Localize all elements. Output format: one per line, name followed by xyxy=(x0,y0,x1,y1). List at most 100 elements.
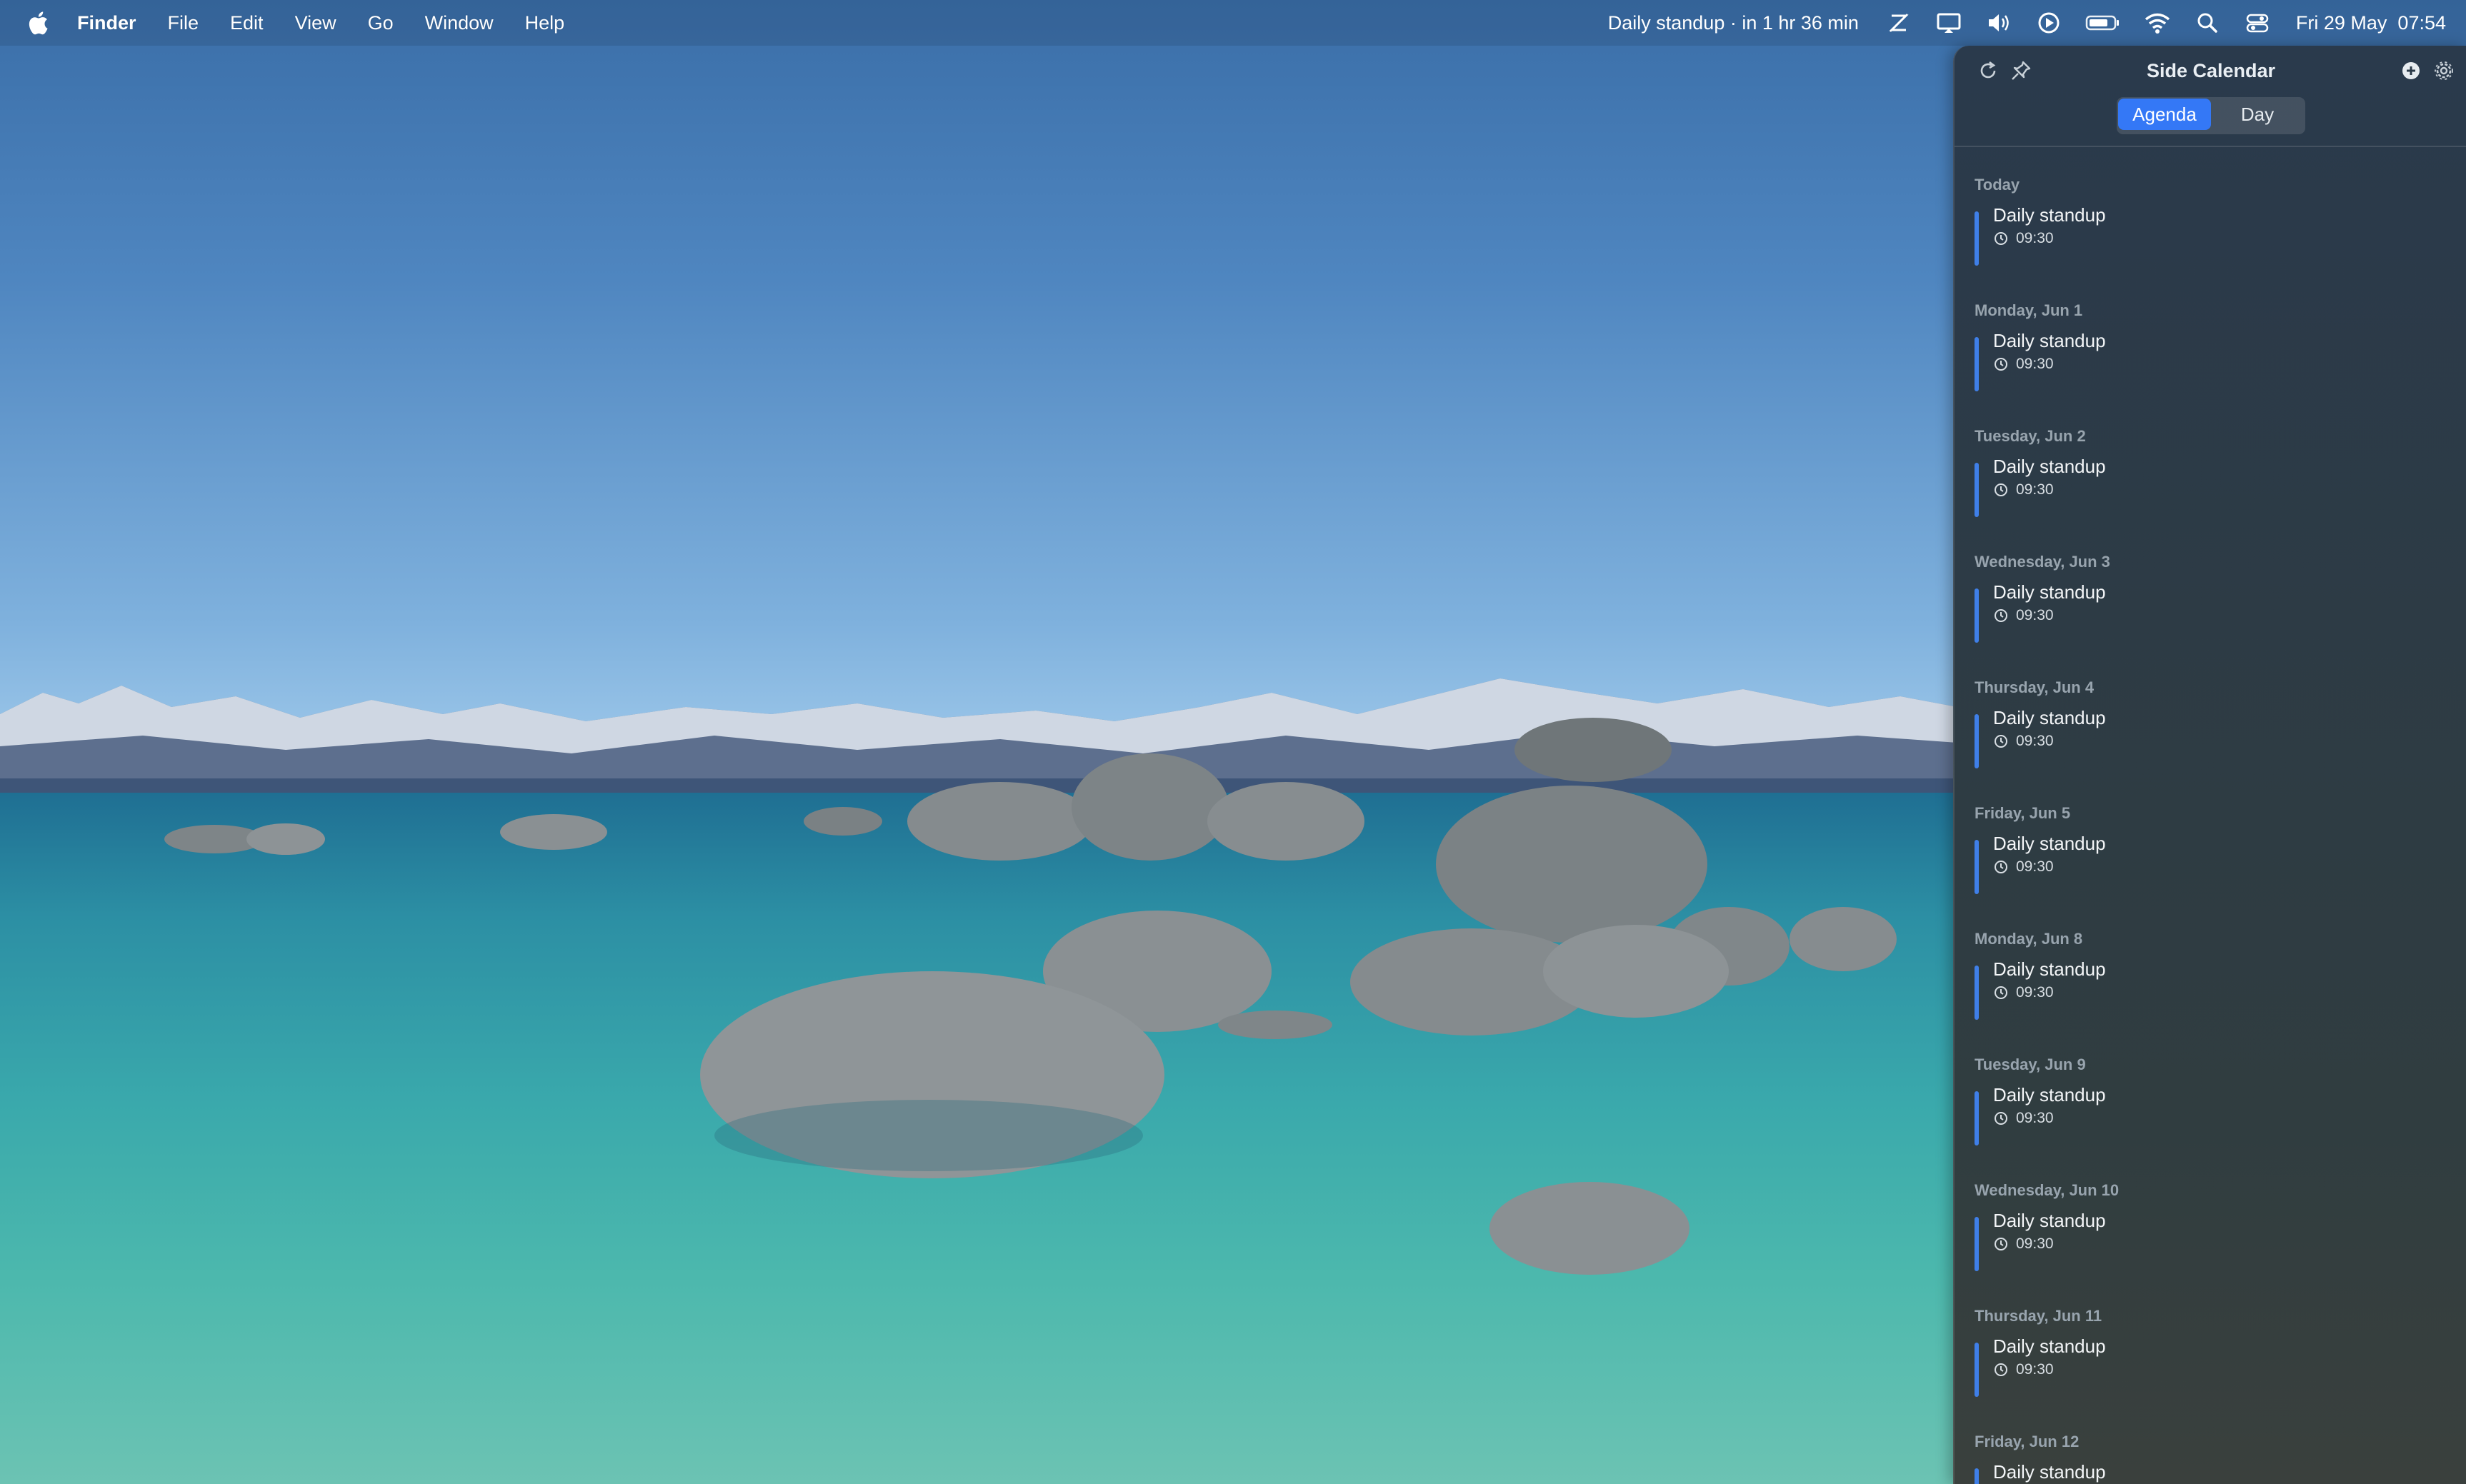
next-event-status[interactable]: Daily standup · in 1 hr 36 min xyxy=(1608,12,1859,34)
calendar-color-bar xyxy=(1975,337,1979,391)
wallpaper-rocks xyxy=(164,718,1897,1275)
event-title: Daily standup xyxy=(1993,330,2106,351)
calendar-color-bar xyxy=(1975,1217,1979,1271)
day-label: Tuesday, Jun 9 xyxy=(1975,1056,2086,1073)
agenda-day-group: Monday, Jun 8 Daily standup 09:30 xyxy=(1955,923,2466,1048)
tab-day[interactable]: Day xyxy=(2211,99,2304,130)
clock-icon xyxy=(1993,608,2009,623)
event-time-row: 09:30 xyxy=(1993,1110,2054,1127)
day-label: Tuesday, Jun 2 xyxy=(1975,427,2086,445)
event-time-row: 09:30 xyxy=(1993,230,2054,247)
calendar-color-bar xyxy=(1975,840,1979,894)
event-time-row: 09:30 xyxy=(1993,858,2054,876)
agenda-day-group: Wednesday, Jun 3 Daily standup 09:30 xyxy=(1955,546,2466,671)
calendar-color-bar xyxy=(1975,966,1979,1020)
event-item[interactable]: Daily standup 09:30 xyxy=(1975,958,2403,1020)
event-time: 09:30 xyxy=(2016,230,2054,246)
control-center-icon[interactable] xyxy=(2243,9,2272,37)
event-time: 09:30 xyxy=(2016,858,2054,875)
event-time-row: 09:30 xyxy=(1993,1235,2054,1253)
panel-title: Side Calendar xyxy=(2146,60,2276,81)
menu-bar-clock[interactable]: Fri 29 May 07:54 xyxy=(2296,12,2446,34)
clock-icon xyxy=(1993,1236,2009,1252)
clock-icon xyxy=(1993,356,2009,372)
agenda-day-group: Monday, Jun 1 Daily standup 09:30 xyxy=(1955,294,2466,420)
menu-file[interactable]: File xyxy=(168,12,199,34)
event-title: Daily standup xyxy=(1993,456,2106,477)
day-label: Wednesday, Jun 3 xyxy=(1975,553,2110,571)
event-item[interactable]: Daily standup 09:30 xyxy=(1975,707,2403,768)
menu-bar: Finder File Edit View Go Window Help Dai… xyxy=(0,0,2466,46)
menu-bar-right: Daily standup · in 1 hr 36 min Fri 29 Ma… xyxy=(1608,0,2446,46)
event-time-row: 09:30 xyxy=(1993,481,2054,498)
gear-icon[interactable] xyxy=(2432,59,2456,83)
calendar-color-bar xyxy=(1975,714,1979,768)
event-item[interactable]: Daily standup 09:30 xyxy=(1975,204,2403,266)
agenda-day-group: Tuesday, Jun 9 Daily standup 09:30 xyxy=(1955,1048,2466,1174)
volume-icon[interactable] xyxy=(1985,9,2013,37)
event-title: Daily standup xyxy=(1993,1335,2106,1357)
calendar-color-bar xyxy=(1975,1091,1979,1145)
panel-header: Side Calendar xyxy=(1955,46,2466,96)
clock-icon xyxy=(1993,231,2009,246)
event-title: Daily standup xyxy=(1993,833,2106,854)
clock-icon xyxy=(1993,733,2009,749)
clock-icon xyxy=(1993,859,2009,875)
event-time: 09:30 xyxy=(2016,1110,2054,1126)
tab-agenda[interactable]: Agenda xyxy=(2118,99,2211,130)
apple-logo-icon[interactable] xyxy=(27,11,49,35)
segmented-control: Agenda Day xyxy=(2117,97,2305,134)
menu-view[interactable]: View xyxy=(295,12,336,34)
calendar-color-bar xyxy=(1975,1468,1979,1484)
event-item[interactable]: Daily standup 09:30 xyxy=(1975,1210,2403,1271)
event-item[interactable]: Daily standup 09:30 xyxy=(1975,833,2403,894)
agenda-day-group: Friday, Jun 5 Daily standup 09:30 xyxy=(1955,797,2466,923)
event-title: Daily standup xyxy=(1993,581,2106,603)
agenda-day-group: Thursday, Jun 4 Daily standup 09:30 xyxy=(1955,671,2466,797)
clock-icon xyxy=(1993,1111,2009,1126)
menu-help[interactable]: Help xyxy=(525,12,565,34)
clock-icon xyxy=(1993,985,2009,1001)
menu-window[interactable]: Window xyxy=(425,12,494,34)
event-item[interactable]: Daily standup 09:30 xyxy=(1975,330,2403,391)
spotlight-search-icon[interactable] xyxy=(2193,9,2222,37)
agenda-day-group: Thursday, Jun 11 Daily standup 09:30 xyxy=(1955,1300,2466,1425)
menu-edit[interactable]: Edit xyxy=(230,12,264,34)
play-icon[interactable] xyxy=(2035,9,2063,37)
wifi-icon[interactable] xyxy=(2143,9,2172,37)
add-event-icon[interactable] xyxy=(2399,59,2423,83)
event-title: Daily standup xyxy=(1993,1461,2106,1483)
event-time: 09:30 xyxy=(2016,607,2054,623)
calendar-color-bar xyxy=(1975,463,1979,517)
agenda-day-group: Wednesday, Jun 10 Daily standup 09:30 xyxy=(1955,1174,2466,1300)
day-label: Friday, Jun 12 xyxy=(1975,1433,2080,1450)
day-label: Monday, Jun 8 xyxy=(1975,930,2083,948)
event-item[interactable]: Daily standup 09:30 xyxy=(1975,456,2403,517)
side-calendar-panel: Side Calendar Agenda Day Today Daily sta… xyxy=(1953,46,2466,1484)
event-time: 09:30 xyxy=(2016,1235,2054,1252)
clock-icon xyxy=(1993,1362,2009,1378)
event-title: Daily standup xyxy=(1993,707,2106,728)
view-switcher: Agenda Day xyxy=(1955,96,2466,146)
battery-icon[interactable] xyxy=(2085,9,2122,37)
event-time-row: 09:30 xyxy=(1993,733,2054,750)
event-time: 09:30 xyxy=(2016,356,2054,372)
day-label: Thursday, Jun 4 xyxy=(1975,678,2095,696)
clock-icon xyxy=(1993,482,2009,498)
menu-app-name[interactable]: Finder xyxy=(77,12,136,34)
day-label: Wednesday, Jun 10 xyxy=(1975,1181,2120,1199)
day-label: Monday, Jun 1 xyxy=(1975,301,2083,319)
event-item[interactable]: Daily standup 09:30 xyxy=(1975,1084,2403,1145)
calendar-color-bar xyxy=(1975,1343,1979,1397)
event-time: 09:30 xyxy=(2016,481,2054,498)
menu-go[interactable]: Go xyxy=(368,12,394,34)
display-icon[interactable] xyxy=(1935,9,1963,37)
event-item[interactable]: Daily standup xyxy=(1975,1461,2403,1484)
amphetamine-icon[interactable] xyxy=(1885,9,1913,37)
event-item[interactable]: Daily standup 09:30 xyxy=(1975,1335,2403,1397)
event-title: Daily standup xyxy=(1993,958,2106,980)
event-time: 09:30 xyxy=(2016,733,2054,749)
agenda-day-group: Friday, Jun 12 Daily standup xyxy=(1955,1425,2466,1484)
event-item[interactable]: Daily standup 09:30 xyxy=(1975,581,2403,643)
event-time-row: 09:30 xyxy=(1993,984,2054,1001)
